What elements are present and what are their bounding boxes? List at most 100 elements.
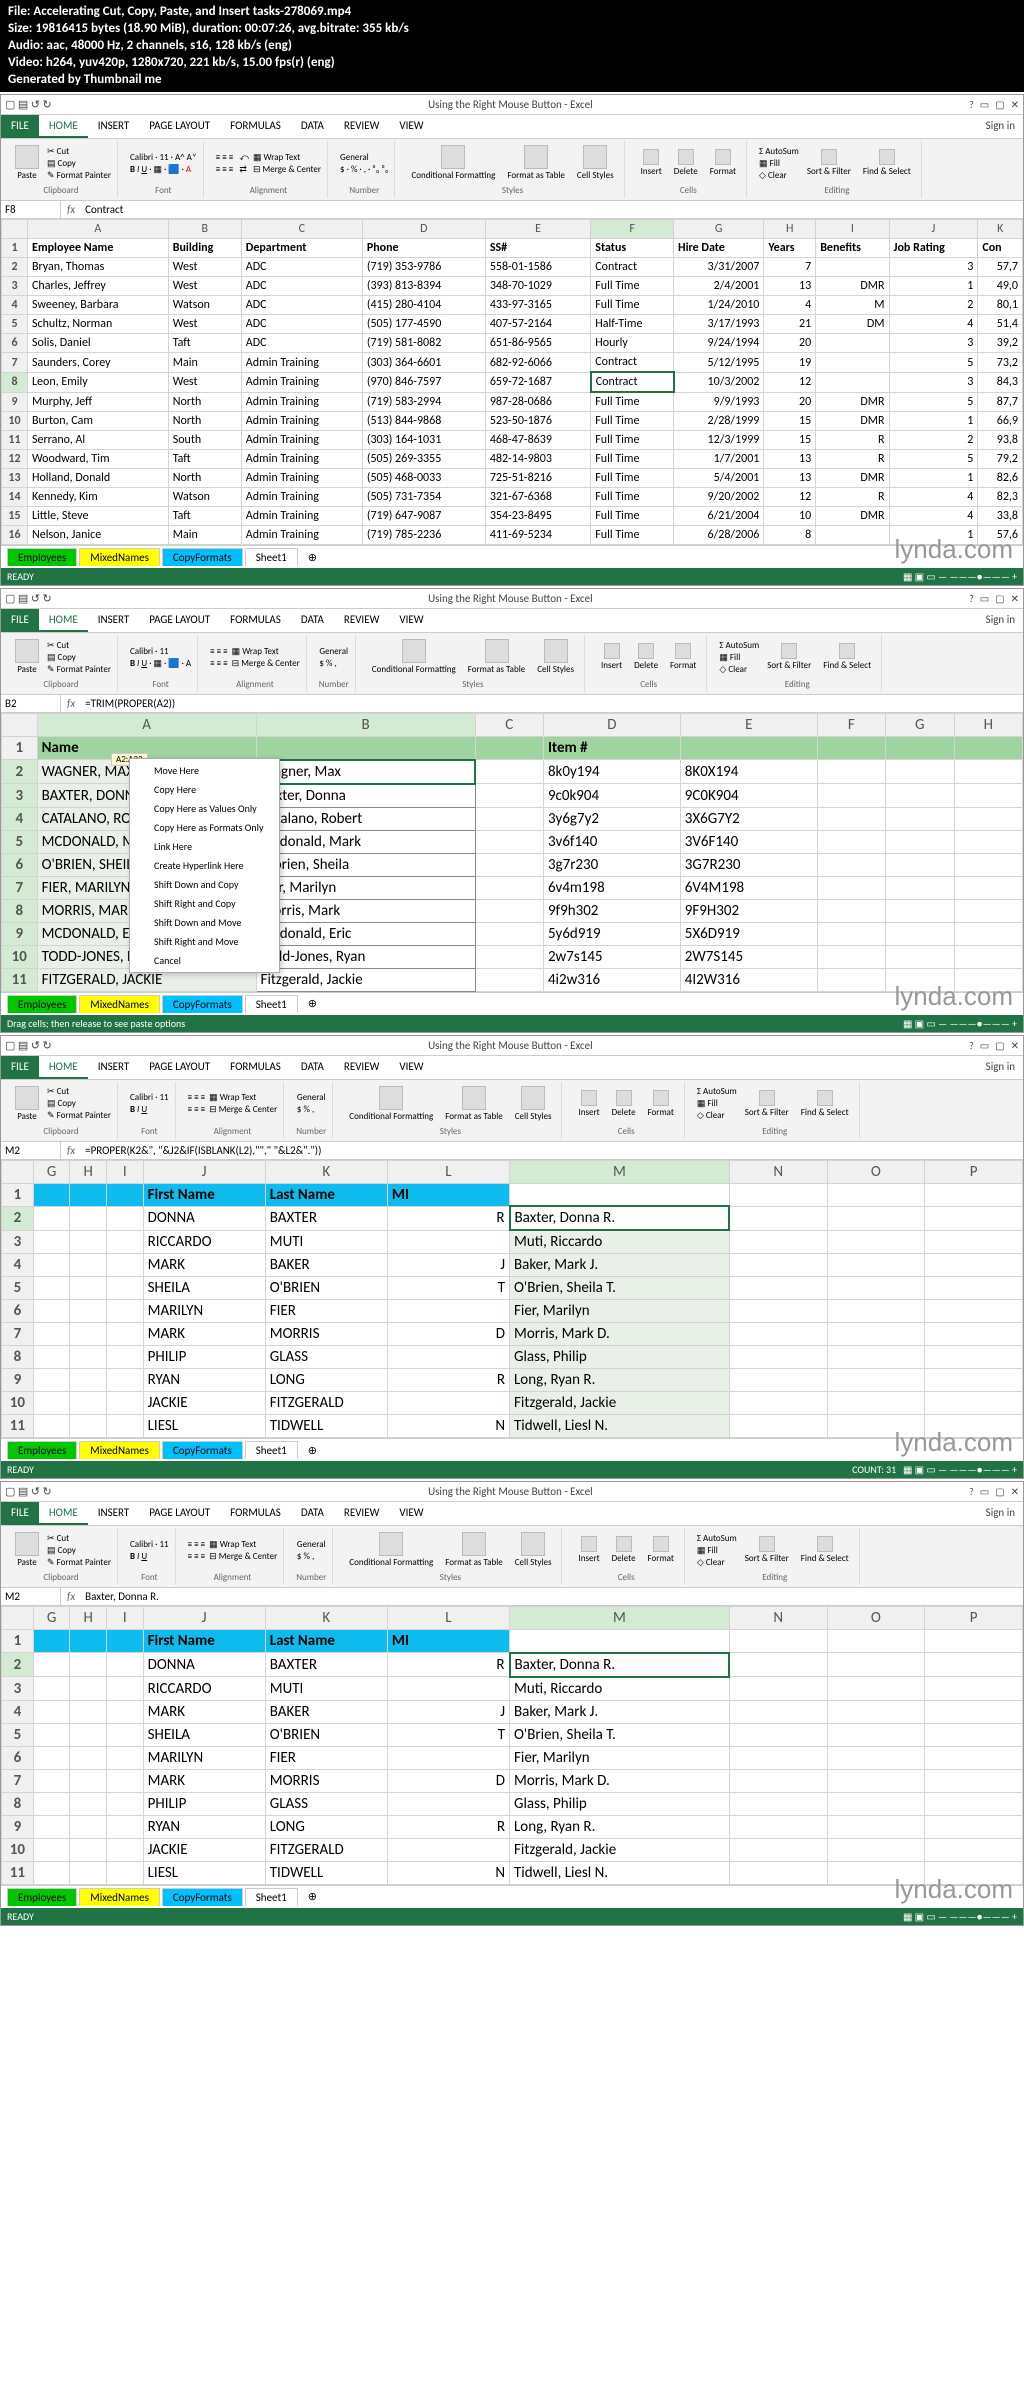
col-header[interactable]: G <box>674 220 764 239</box>
cell[interactable]: MORRIS <box>265 1323 387 1346</box>
cell[interactable]: West <box>168 277 241 296</box>
cell[interactable]: (505) 468-0033 <box>362 469 485 488</box>
cell[interactable]: BAKER <box>265 1700 387 1723</box>
cell[interactable]: 9/24/1994 <box>674 334 764 353</box>
cell[interactable]: RYAN <box>143 1815 265 1838</box>
cell[interactable]: 9f9h302 <box>543 899 680 922</box>
cell[interactable]: Full Time <box>591 469 674 488</box>
font-style-buttons[interactable]: B I U · ▦ · 🟦 · A <box>130 164 197 175</box>
cell[interactable]: North <box>168 469 241 488</box>
cell[interactable]: Full Time <box>591 277 674 296</box>
cell[interactable]: Fier, Marilyn <box>510 1746 730 1769</box>
cell[interactable]: Little, Steve <box>28 507 169 526</box>
cell[interactable]: FIER <box>265 1300 387 1323</box>
cell[interactable]: 7 <box>764 258 816 277</box>
cell[interactable]: 1 <box>889 277 978 296</box>
spreadsheet-grid[interactable]: ABCDEFGH1NameItem #2WAGNER, MAXWagner, M… <box>1 713 1023 992</box>
cell[interactable]: 3y6g7y2 <box>543 807 680 830</box>
cell[interactable]: FITZGERALD <box>265 1392 387 1415</box>
cell[interactable]: ADC <box>241 277 362 296</box>
tab-data[interactable]: DATA <box>291 115 334 138</box>
cell[interactable]: Main <box>168 353 241 373</box>
context-menu-item[interactable]: Shift Right and Move <box>130 932 279 951</box>
cell[interactable]: 482-14-9803 <box>485 450 590 469</box>
cell[interactable]: JACKIE <box>143 1838 265 1861</box>
cell[interactable]: (415) 280-4104 <box>362 296 485 315</box>
cell[interactable]: MORRIS <box>265 1769 387 1792</box>
cell[interactable]: DM <box>816 315 889 334</box>
delete-button[interactable]: Delete <box>670 147 702 179</box>
spreadsheet-grid[interactable]: GHIJKLMNOP1First NameLast NameMI2DONNABA… <box>1 1606 1023 1885</box>
zoom-controls[interactable]: ▦ ▣ ▭ — ———●——— + <box>903 570 1017 583</box>
cell[interactable]: 407-57-2164 <box>485 315 590 334</box>
insert-button[interactable]: Insert <box>637 147 666 179</box>
cell[interactable]: R <box>387 1369 509 1392</box>
tab-file[interactable]: FILE <box>1 115 39 138</box>
cell[interactable]: 5 <box>889 450 978 469</box>
cell[interactable]: 8 <box>764 526 816 545</box>
cell[interactable]: 10 <box>764 507 816 526</box>
copy-button[interactable]: ▤ Copy <box>47 158 111 169</box>
col-header[interactable]: B <box>168 220 241 239</box>
help-icon[interactable]: ? <box>969 98 974 111</box>
cell[interactable]: Taft <box>168 450 241 469</box>
cell[interactable]: (505) 269-3355 <box>362 450 485 469</box>
cell[interactable]: 6V4M198 <box>680 876 817 899</box>
tab-home[interactable]: HOME <box>39 115 88 138</box>
cell[interactable]: Wagner, Max <box>256 760 475 784</box>
formula-bar[interactable]: =TRIM(PROPER(A2)) <box>81 695 1023 712</box>
cell[interactable]: West <box>168 315 241 334</box>
cell[interactable]: 2W7S145 <box>680 945 817 968</box>
tab-insert[interactable]: INSERT <box>88 115 140 138</box>
cell[interactable]: N <box>387 1415 509 1438</box>
cell[interactable]: RICCARDO <box>143 1230 265 1254</box>
cell[interactable] <box>387 1677 509 1701</box>
context-menu-item[interactable]: Copy Here as Formats Only <box>130 818 279 837</box>
cell[interactable]: Glass, Philip <box>510 1346 730 1369</box>
font-name[interactable]: Calibri <box>130 152 153 163</box>
cell[interactable] <box>387 1392 509 1415</box>
cell[interactable]: 21 <box>764 315 816 334</box>
cell[interactable]: North <box>168 412 241 431</box>
cell[interactable]: MUTI <box>265 1230 387 1254</box>
cell[interactable]: Woodward, Tim <box>28 450 169 469</box>
cell[interactable]: RYAN <box>143 1369 265 1392</box>
cell[interactable]: Tidwell, Liesl N. <box>510 1861 730 1884</box>
context-menu-item[interactable]: Shift Down and Move <box>130 913 279 932</box>
col-header[interactable]: I <box>816 220 889 239</box>
cell[interactable]: 659-72-1687 <box>485 372 590 392</box>
cell[interactable]: 12 <box>764 372 816 392</box>
cell[interactable]: GLASS <box>265 1792 387 1815</box>
cell[interactable]: MARILYN <box>143 1300 265 1323</box>
sheet-tab[interactable]: MixedNames <box>79 548 160 566</box>
clear-button[interactable]: ◇ Clear <box>759 170 799 181</box>
cell[interactable]: R <box>816 488 889 507</box>
cell[interactable]: 13 <box>764 450 816 469</box>
cell[interactable]: (303) 164-1031 <box>362 431 485 450</box>
cell[interactable]: 411-69-5234 <box>485 526 590 545</box>
cell[interactable]: PHILIP <box>143 1792 265 1815</box>
new-sheet-button[interactable]: ⊕ <box>300 551 325 564</box>
sheet-tab[interactable]: Sheet1 <box>245 548 298 566</box>
spreadsheet-grid[interactable]: GHIJKLMNOP1First NameLast NameMI2DONNABA… <box>1 1160 1023 1439</box>
cell[interactable]: 9C0K904 <box>680 784 817 808</box>
cell[interactable]: 5 <box>889 392 978 412</box>
cell[interactable]: South <box>168 431 241 450</box>
cell[interactable]: Baker, Mark J. <box>510 1254 730 1277</box>
cell[interactable]: J <box>387 1254 509 1277</box>
cell[interactable] <box>816 353 889 373</box>
cell[interactable]: 87,7 <box>978 392 1023 412</box>
format-painter-button[interactable]: ✎ Format Painter <box>47 170 111 181</box>
cell[interactable]: SHEILA <box>143 1723 265 1746</box>
tab-pagelayout[interactable]: PAGE LAYOUT <box>139 115 220 138</box>
cell[interactable]: 20 <box>764 392 816 412</box>
cell[interactable]: Muti, Riccardo <box>510 1230 730 1254</box>
cell[interactable]: 3g7r230 <box>543 853 680 876</box>
cell[interactable]: Admin Training <box>241 507 362 526</box>
close-icon[interactable]: ✕ <box>1011 98 1019 111</box>
cell[interactable]: Admin Training <box>241 353 362 373</box>
cell[interactable]: Morris, Mark D. <box>510 1323 730 1346</box>
cell[interactable]: 321-67-6368 <box>485 488 590 507</box>
cell[interactable]: Contract <box>591 353 674 373</box>
cell[interactable]: (303) 364-6601 <box>362 353 485 373</box>
